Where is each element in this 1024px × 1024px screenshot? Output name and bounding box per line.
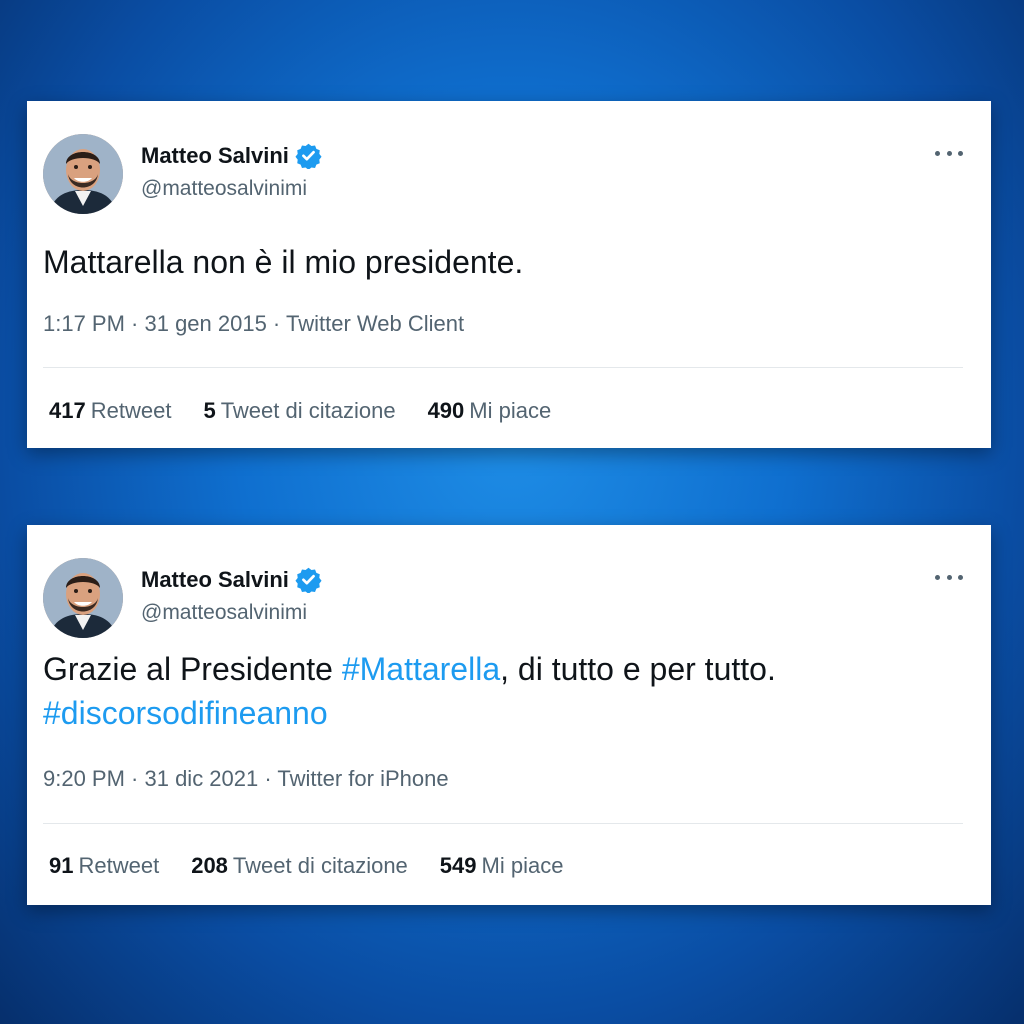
avatar[interactable] xyxy=(43,134,123,214)
quote-tweet-stat[interactable]: 5 Tweet di citazione xyxy=(203,398,395,424)
more-options-icon[interactable] xyxy=(935,563,963,591)
author-name[interactable]: Matteo Salvini xyxy=(141,143,289,169)
tweet-meta: 1:17 PM · 31 gen 2015 · Twitter Web Clie… xyxy=(43,311,465,336)
author-handle[interactable]: @matteosalvinimi xyxy=(141,177,307,201)
tweet-card[interactable]: Matteo Salvini @matteosalvinimi Grazie a… xyxy=(27,525,991,905)
retweet-stat[interactable]: 91 Retweet xyxy=(49,853,159,879)
verified-badge-icon xyxy=(295,567,322,593)
quote-tweet-stat[interactable]: 208 Tweet di citazione xyxy=(191,853,408,879)
tweet-card[interactable]: Matteo Salvini @matteosalvinimi Mattarel… xyxy=(27,101,991,448)
like-stat[interactable]: 549 Mi piace xyxy=(440,853,564,879)
divider xyxy=(43,823,963,824)
tweet-text-segment: Mattarella non è il mio presidente. xyxy=(43,244,524,280)
tweet-stats: 91 Retweet 208 Tweet di citazione 549 Mi pi… xyxy=(49,853,595,879)
tweet-text-segment: Grazie al Presidente xyxy=(43,651,342,687)
tweet-stats: 417 Retweet 5 Tweet di citazione 490 Mi pia… xyxy=(49,398,583,424)
avatar[interactable] xyxy=(43,558,123,638)
tweet-text: Grazie al Presidente #Mattarella, di tut… xyxy=(43,647,961,735)
hashtag-link[interactable]: #Mattarella xyxy=(342,651,500,687)
tweet-meta: 9:20 PM · 31 dic 2021 · Twitter for iPho… xyxy=(43,766,449,791)
more-options-icon[interactable] xyxy=(935,139,963,167)
hashtag-link[interactable]: #discorsodifineanno xyxy=(43,695,328,731)
like-stat[interactable]: 490 Mi piace xyxy=(428,398,552,424)
author-name[interactable]: Matteo Salvini xyxy=(141,567,289,593)
tweet-text-segment: , di tutto e per tutto. xyxy=(500,651,776,687)
author-handle[interactable]: @matteosalvinimi xyxy=(141,601,307,625)
verified-badge-icon xyxy=(295,143,322,169)
retweet-stat[interactable]: 417 Retweet xyxy=(49,398,171,424)
divider xyxy=(43,367,963,368)
tweet-text: Mattarella non è il mio presidente. xyxy=(43,240,961,284)
